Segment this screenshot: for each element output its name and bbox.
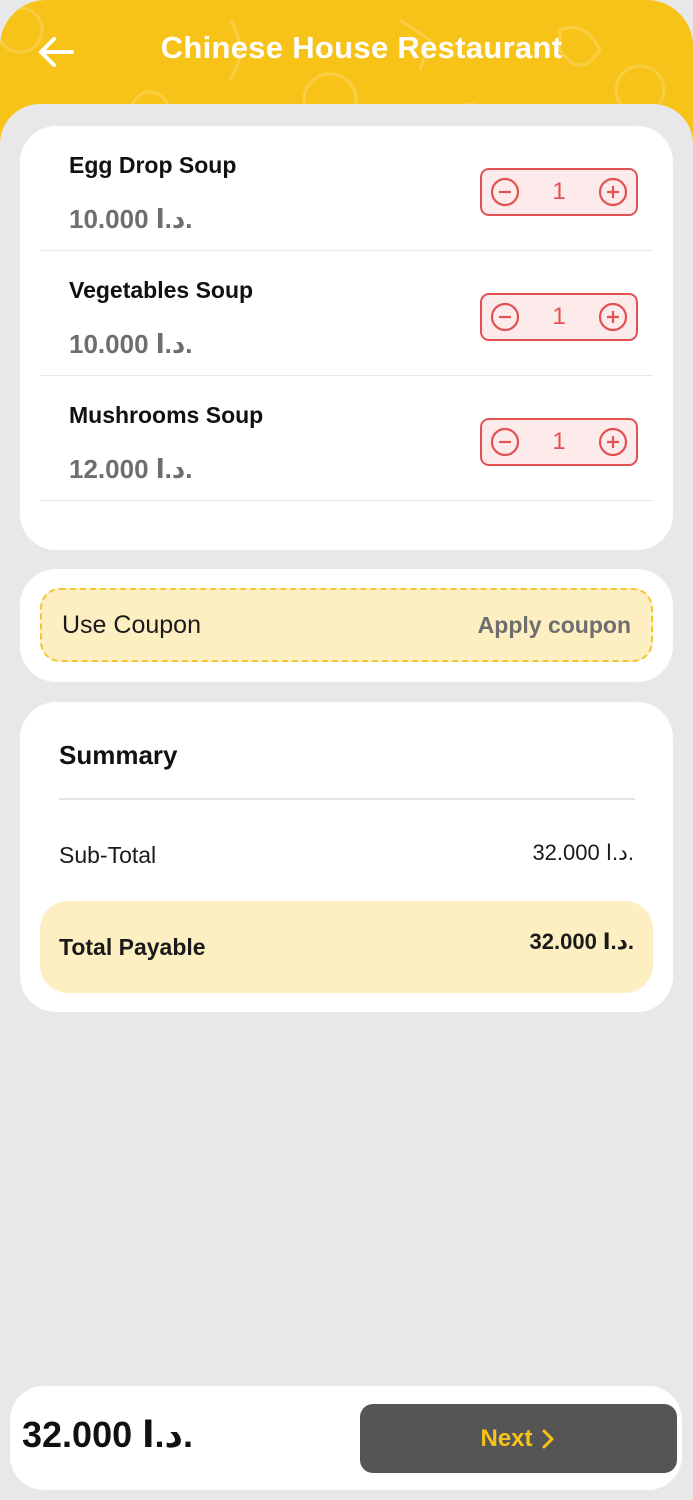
item-name: Egg Drop Soup — [69, 152, 237, 178]
minus-circle-icon — [490, 177, 520, 207]
coupon-field[interactable]: Use Coupon Apply coupon — [40, 588, 653, 662]
total-payable-value: 32.000 د.ا. — [529, 929, 634, 954]
plus-circle-icon — [598, 177, 628, 207]
summary-card: Summary Sub-Total 32.000 د.ا. Total Paya… — [20, 702, 673, 1012]
item-name: Mushrooms Soup — [69, 402, 264, 428]
quantity-value: 1 — [552, 303, 566, 330]
plus-circle-icon — [598, 302, 628, 332]
increase-button[interactable] — [597, 426, 629, 458]
quantity-stepper: 1 — [480, 418, 638, 466]
decrease-button[interactable] — [489, 176, 521, 208]
increase-button[interactable] — [597, 176, 629, 208]
cart-item: Vegetables Soup 10.000 د.ا. 1 — [40, 251, 653, 376]
coupon-card: Use Coupon Apply coupon — [20, 569, 673, 682]
apply-coupon-button[interactable]: Apply coupon — [478, 612, 631, 639]
quantity-value: 1 — [552, 428, 566, 455]
quantity-value: 1 — [552, 178, 566, 205]
cart-item: Egg Drop Soup 10.000 د.ا. 1 — [40, 126, 653, 251]
minus-circle-icon — [490, 427, 520, 457]
next-button[interactable]: Next — [360, 1404, 677, 1473]
total-payable-row: Total Payable 32.000 د.ا. — [40, 901, 653, 993]
item-price: 10.000 د.ا. — [69, 329, 193, 359]
next-label: Next — [480, 1424, 533, 1452]
chevron-right-icon — [542, 1429, 554, 1448]
back-button[interactable] — [32, 28, 80, 76]
total-payable-label: Total Payable — [59, 934, 206, 960]
quantity-stepper: 1 — [480, 293, 638, 341]
decrease-button[interactable] — [489, 301, 521, 333]
item-name: Vegetables Soup — [69, 277, 254, 303]
plus-circle-icon — [598, 427, 628, 457]
coupon-label: Use Coupon — [62, 611, 201, 639]
cart-items-card: Egg Drop Soup 10.000 د.ا. 1 Vegetables S… — [20, 126, 673, 550]
increase-button[interactable] — [597, 301, 629, 333]
cart-item: Mushrooms Soup 12.000 د.ا. 1 — [40, 376, 653, 501]
minus-circle-icon — [490, 302, 520, 332]
item-price: 10.000 د.ا. — [69, 204, 193, 234]
page-title: Chinese House Restaurant — [160, 30, 563, 65]
grand-total: 32.000 د.ا. — [22, 1414, 193, 1455]
summary-title: Summary — [59, 740, 178, 770]
item-price: 12.000 د.ا. — [69, 454, 193, 484]
quantity-stepper: 1 — [480, 168, 638, 216]
summary-divider — [59, 798, 635, 800]
checkout-bar: 32.000 د.ا. Next — [10, 1386, 682, 1490]
decrease-button[interactable] — [489, 426, 521, 458]
subtotal-value: 32.000 د.ا. — [532, 840, 634, 865]
subtotal-label: Sub-Total — [59, 842, 157, 868]
arrow-left-icon — [39, 37, 74, 67]
